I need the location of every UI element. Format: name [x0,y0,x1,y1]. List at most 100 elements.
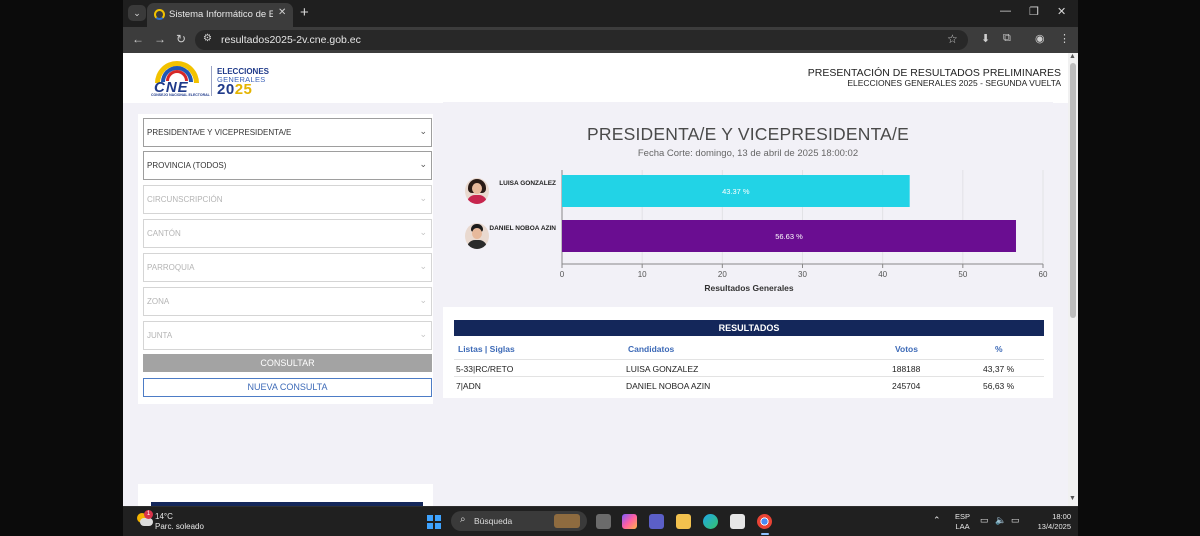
tab-title: Sistema Informático de Escrutinio [169,9,273,20]
bar-value-label: 56.63 % [775,232,803,241]
parroquia-select[interactable]: PARROQUIA ⌄ [143,253,432,282]
language-indicator[interactable]: ESP LAA [955,512,970,532]
circunscripcion-select[interactable]: CIRCUNSCRIPCIÓN ⌄ [143,185,432,214]
battery-icon[interactable]: ▭ [1011,515,1020,526]
task-view-icon[interactable] [596,514,611,529]
results-table: RESULTADOS Listas | Siglas Candidatos Vo… [443,307,1053,398]
site-header: CNE CONSEJO NACIONAL ELECTORAL ELECCIONE… [123,53,1068,103]
minimize-icon[interactable]: — [1000,5,1011,17]
system-clock[interactable]: 18:00 13/4/2025 [1037,512,1071,532]
photo-body [467,240,487,249]
copilot-icon[interactable] [622,514,637,529]
search-placeholder: Búsqueda [474,516,513,526]
weather-icon[interactable]: 1 [137,510,153,526]
parroquia-value: PARROQUIA [147,263,195,272]
bar-chart-svg: 0 10 20 30 40 50 60 43.37 % LUISA GONZALEZ 56.63 … [489,170,1048,279]
cell-lista: 5-33|RC/RETO [456,364,514,374]
category-label: DANIEL NOBOA AZIN [489,225,556,232]
nueva-consulta-button[interactable]: NUEVA CONSULTA [143,378,432,397]
search-icon: ⌕ [460,514,466,525]
tray-chevron-icon[interactable]: ⌃ [933,515,941,526]
profile-icon[interactable]: ◉ [1035,32,1045,45]
teams-icon[interactable] [649,514,664,529]
close-tab-icon[interactable]: ✕ [278,7,286,18]
scroll-down-icon[interactable]: ▼ [1069,495,1076,502]
address-bar[interactable]: ⚙ resultados2025-2v.cne.gob.ec ☆ [195,30,968,50]
extensions-icon[interactable]: ⧉ [1003,32,1011,45]
bookmark-star-icon[interactable]: ☆ [947,32,958,46]
start-tile [427,515,433,521]
provincia-select[interactable]: PROVINCIA (TODOS) ⌄ [143,151,432,180]
chrome-icon[interactable] [757,514,772,535]
consultar-button[interactable]: CONSULTAR [143,354,432,372]
x-tick-label: 40 [878,270,887,279]
start-tile [435,515,441,521]
network-icon[interactable]: ▭ [980,515,989,526]
scroll-up-icon[interactable]: ▲ [1069,53,1076,60]
tab-search-icon[interactable]: ⌄ [128,5,146,21]
taskbar-search[interactable]: ⌕ Búsqueda [451,511,587,531]
volume-icon[interactable]: 🔈 [995,515,1006,526]
chevron-down-icon: ⌄ [419,126,427,136]
forward-icon[interactable]: → [154,32,166,46]
scroll-thumb[interactable] [1070,63,1076,318]
lang-line2: LAA [955,522,970,531]
circunscripcion-value: CIRCUNSCRIPCIÓN [147,195,223,204]
store-icon[interactable] [730,514,745,529]
start-tile [435,523,441,529]
dignidad-select[interactable]: PRESIDENTA/E Y VICEPRESIDENTA/E ⌄ [143,118,432,147]
year-part-b: 25 [234,81,253,98]
lang-line1: ESP [955,512,971,521]
cell-pct: 56,63 % [983,381,1015,391]
weather-badge: 1 [144,510,153,519]
chevron-down-icon: ⌄ [419,227,427,237]
site-info-icon[interactable]: ⚙ [203,33,212,44]
browser-tab[interactable]: Sistema Informático de Escrutinio ✕ [147,3,293,27]
chevron-down-icon: ⌄ [419,295,427,305]
url-text: resultados2025-2v.cne.gob.ec [221,34,361,46]
download-icon[interactable]: ⬇ [981,32,990,45]
weather-temperature[interactable]: 14°C [155,512,173,521]
file-explorer-icon[interactable] [676,514,691,529]
candidate-photo-daniel [465,223,489,249]
page-scrollbar[interactable]: ▲ ▼ [1068,53,1078,506]
x-tick-label: 10 [638,270,647,279]
new-tab-icon[interactable]: + [300,4,309,21]
x-tick-label: 50 [958,270,967,279]
screen: ⌄ Sistema Informático de Escrutinio ✕ + … [123,0,1078,536]
logo-subtext: CONSEJO NACIONAL ELECTORAL [151,93,210,97]
col-header-candidatos[interactable]: Candidatos [628,344,674,354]
browser-menu-icon[interactable]: ⋮ [1059,32,1070,45]
weather-condition[interactable]: Parc. soleado [155,522,204,531]
tab-favicon-icon [154,9,165,20]
back-icon[interactable]: ← [132,32,144,46]
edge-icon[interactable] [703,514,718,529]
zona-select[interactable]: ZONA ⌄ [143,287,432,316]
col-header-listas[interactable]: Listas | Siglas [458,344,515,354]
restore-icon[interactable]: ❐ [1029,5,1039,18]
junta-select[interactable]: JUNTA ⌄ [143,321,432,350]
canton-select[interactable]: CANTÓN ⌄ [143,219,432,248]
cell-votos: 188188 [892,364,921,374]
x-tick-label: 0 [560,270,565,279]
col-header-pct[interactable]: % [995,344,1003,354]
browser-tab-strip: ⌄ Sistema Informático de Escrutinio ✕ + … [123,0,1078,27]
cne-logo[interactable]: CNE CONSEJO NACIONAL ELECTORAL [151,61,210,97]
close-window-icon[interactable]: ✕ [1057,5,1066,18]
chevron-down-icon: ⌄ [419,261,427,271]
category-label: LUISA GONZALEZ [499,180,556,187]
canton-value: CANTÓN [147,229,181,238]
reload-icon[interactable]: ↻ [176,32,186,46]
results-chart: PRESIDENTA/E Y VICEPRESIDENTA/E Fecha Co… [443,102,1053,295]
chevron-down-icon: ⌄ [419,193,427,203]
photo-face [472,228,482,239]
col-header-votos[interactable]: Votos [895,344,918,354]
dignidad-value: PRESIDENTA/E Y VICEPRESIDENTA/E [147,128,292,137]
cell-candidato: LUISA GONZALEZ [626,364,699,374]
x-tick-label: 60 [1039,270,1048,279]
bottom-card [138,484,433,506]
windows-start-icon[interactable] [427,515,441,529]
page-subtitle: ELECCIONES GENERALES 2025 - SEGUNDA VUEL… [847,78,1061,88]
filter-panel: PRESIDENTA/E Y VICEPRESIDENTA/E ⌄ PROVIN… [138,114,433,404]
search-highlight-icon [554,514,580,528]
